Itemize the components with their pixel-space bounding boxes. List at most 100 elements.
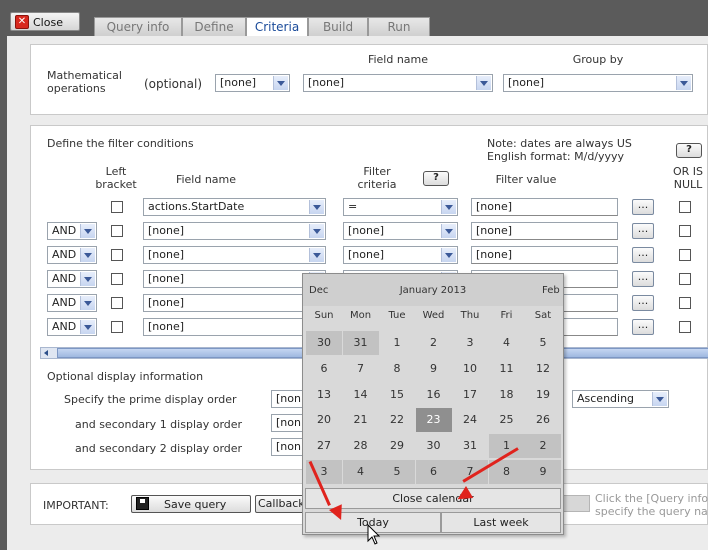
chevron-down-icon xyxy=(309,224,324,238)
close-button-label: Close xyxy=(33,16,63,29)
save-query-button[interactable]: Save query xyxy=(131,495,251,513)
tab-query-info[interactable]: Query info xyxy=(94,17,182,36)
calendar-day[interactable]: 26 xyxy=(525,408,561,432)
last-week-button[interactable]: Last week xyxy=(441,512,561,533)
value-picker-button[interactable]: ... xyxy=(632,223,654,239)
join-operator-select[interactable]: AND xyxy=(47,222,97,240)
calendar-day-other-month[interactable]: 4 xyxy=(342,460,379,484)
field-name-select[interactable]: [none] xyxy=(143,318,326,336)
sort-direction-select[interactable]: Ascending xyxy=(572,390,669,408)
calendar-day[interactable]: 21 xyxy=(343,408,379,432)
filter-criteria-select[interactable]: [none] xyxy=(343,246,458,264)
math-groupby-select[interactable]: [none] xyxy=(503,74,693,92)
calendar-day[interactable]: 31 xyxy=(452,434,488,458)
left-bracket-checkbox[interactable] xyxy=(111,297,123,309)
join-operator-select[interactable]: AND xyxy=(47,318,97,336)
left-bracket-checkbox[interactable] xyxy=(111,201,123,213)
join-operator-select[interactable]: AND xyxy=(47,270,97,288)
calendar-day[interactable]: 17 xyxy=(452,383,488,407)
calendar-prev-month[interactable]: Dec xyxy=(309,285,328,296)
join-operator-select[interactable]: AND xyxy=(47,246,97,264)
calendar-day-other-month[interactable]: 6 xyxy=(415,460,452,484)
calendar-day[interactable]: 8 xyxy=(379,357,415,381)
or-is-null-checkbox[interactable] xyxy=(679,321,691,333)
or-is-null-checkbox[interactable] xyxy=(679,201,691,213)
calendar-day[interactable]: 12 xyxy=(525,357,561,381)
calendar-day[interactable]: 7 xyxy=(343,357,379,381)
field-name-select[interactable]: [none] xyxy=(143,222,326,240)
field-name-select[interactable]: [none] xyxy=(143,294,326,312)
calendar-day[interactable]: 15 xyxy=(379,383,415,407)
value-picker-button[interactable]: ... xyxy=(632,247,654,263)
close-calendar-button[interactable]: Close calendar xyxy=(305,488,561,509)
calendar-day-other-month[interactable]: 5 xyxy=(379,460,415,484)
calendar-day[interactable]: 3 xyxy=(452,331,488,355)
calendar-day[interactable]: 5 xyxy=(525,331,561,355)
secondary2-order-label: and secondary 2 display order xyxy=(75,442,243,455)
left-bracket-checkbox[interactable] xyxy=(111,321,123,333)
join-operator-select[interactable]: AND xyxy=(47,294,97,312)
calendar-day[interactable]: 19 xyxy=(525,383,561,407)
field-name-select[interactable]: [none] xyxy=(143,246,326,264)
calendar-day[interactable]: 28 xyxy=(343,434,379,458)
calendar-day[interactable]: 14 xyxy=(343,383,379,407)
chevron-down-icon xyxy=(309,248,324,262)
display-title: Optional display information xyxy=(47,370,204,383)
or-is-null-checkbox[interactable] xyxy=(679,273,691,285)
value-picker-button[interactable]: ... xyxy=(632,199,654,215)
callback-field[interactable] xyxy=(562,495,590,512)
value-picker-button[interactable]: ... xyxy=(632,271,654,287)
or-is-null-checkbox[interactable] xyxy=(679,225,691,237)
filter-value-input[interactable]: [none] xyxy=(471,198,618,216)
calendar-day[interactable]: 1 xyxy=(379,331,415,355)
left-bracket-checkbox[interactable] xyxy=(111,225,123,237)
field-name-select[interactable]: actions.StartDate xyxy=(143,198,326,216)
note-help-button[interactable]: ? xyxy=(676,143,702,158)
math-field-select[interactable]: [none] xyxy=(303,74,493,92)
tab-criteria[interactable]: Criteria xyxy=(246,17,308,37)
calendar-day[interactable]: 20 xyxy=(306,408,342,432)
calendar-day[interactable]: 29 xyxy=(379,434,415,458)
filter-value-input[interactable]: [none] xyxy=(471,246,618,264)
math-operation-select[interactable]: [none] xyxy=(215,74,290,92)
calendar-day[interactable]: 9 xyxy=(416,357,452,381)
calendar-day-other-month[interactable]: 30 xyxy=(306,331,342,355)
calendar-day[interactable]: 6 xyxy=(306,357,342,381)
tab-define[interactable]: Define xyxy=(182,17,246,36)
calendar-day[interactable]: 13 xyxy=(306,383,342,407)
tab-build[interactable]: Build xyxy=(308,17,368,36)
calendar-day-other-month[interactable]: 2 xyxy=(525,434,561,458)
filter-value-input[interactable]: [none] xyxy=(471,222,618,240)
value-picker-button[interactable]: ... xyxy=(632,319,654,335)
chevron-down-icon xyxy=(652,392,667,406)
calendar-next-month[interactable]: Feb xyxy=(542,285,560,296)
calendar-day[interactable]: 16 xyxy=(416,383,452,407)
field-name-select[interactable]: [none] xyxy=(143,270,326,288)
calendar-day[interactable]: 27 xyxy=(306,434,342,458)
filter-criteria-select[interactable]: = xyxy=(343,198,458,216)
calendar-day[interactable]: 23 xyxy=(415,408,452,432)
calendar-day-other-month[interactable]: 31 xyxy=(342,331,379,355)
calendar-day[interactable]: 22 xyxy=(379,408,415,432)
calendar-day[interactable]: 11 xyxy=(489,357,525,381)
calendar-day[interactable]: 4 xyxy=(489,331,525,355)
scroll-left-arrow-icon[interactable] xyxy=(41,348,53,358)
calendar-day[interactable]: 25 xyxy=(489,408,525,432)
callback-button[interactable]: Callback xyxy=(255,495,305,513)
calendar-day[interactable]: 2 xyxy=(416,331,452,355)
or-is-null-checkbox[interactable] xyxy=(679,297,691,309)
tab-run[interactable]: Run xyxy=(368,17,430,36)
left-bracket-checkbox[interactable] xyxy=(111,249,123,261)
criteria-help-button[interactable]: ? xyxy=(423,171,449,186)
calendar-day[interactable]: 24 xyxy=(452,408,488,432)
calendar-day[interactable]: 10 xyxy=(452,357,488,381)
filter-criteria-select[interactable]: [none] xyxy=(343,222,458,240)
calendar-day-other-month[interactable]: 9 xyxy=(525,460,561,484)
left-bracket-checkbox[interactable] xyxy=(111,273,123,285)
value-picker-button[interactable]: ... xyxy=(632,295,654,311)
close-button[interactable]: ✕ Close xyxy=(10,12,80,31)
calendar-day-other-month[interactable]: 7 xyxy=(452,460,488,484)
calendar-day[interactable]: 18 xyxy=(489,383,525,407)
calendar-day[interactable]: 30 xyxy=(416,434,452,458)
or-is-null-checkbox[interactable] xyxy=(679,249,691,261)
